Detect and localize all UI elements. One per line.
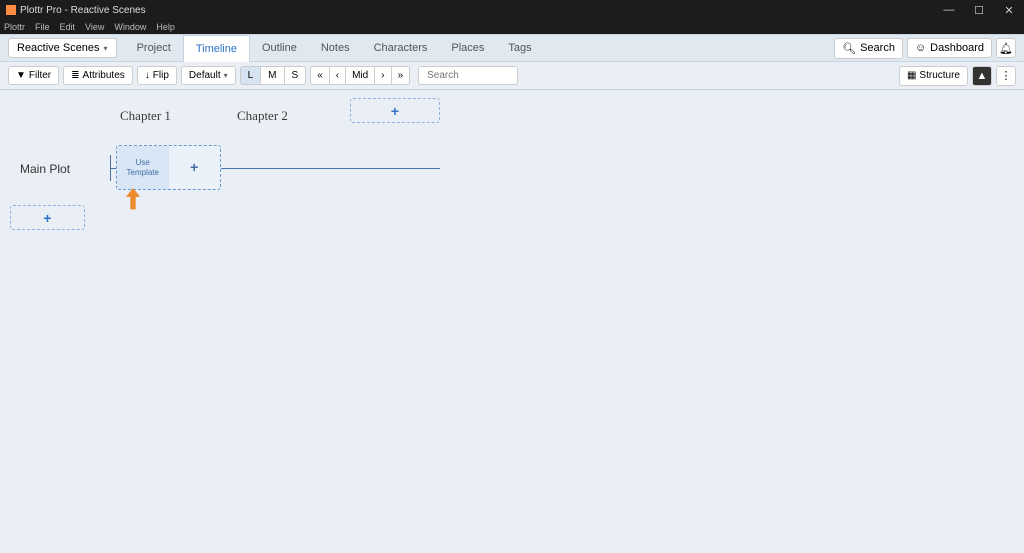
add-scene-button[interactable]: + xyxy=(169,146,221,189)
default-label: Default xyxy=(189,70,221,81)
app-logo xyxy=(6,5,16,15)
file-dropdown-label: Reactive Scenes xyxy=(17,42,100,54)
pager-next[interactable]: › xyxy=(375,66,391,85)
tab-timeline[interactable]: Timeline xyxy=(183,35,250,62)
more-options-button[interactable]: ⋮ xyxy=(996,66,1016,86)
dashboard-button[interactable]: ☺ Dashboard xyxy=(907,38,992,58)
pager-first[interactable]: « xyxy=(310,66,330,85)
filter-button[interactable]: ▼ Filter xyxy=(8,66,59,85)
timeline-canvas: Chapter 1 Chapter 2 + Main Plot Use Temp… xyxy=(0,90,1024,553)
flip-label: Flip xyxy=(153,70,169,81)
search-button[interactable]: 🔍︎ Search xyxy=(834,38,903,59)
menu-file[interactable]: File xyxy=(35,22,50,32)
window-titlebar: Plottr Pro - Reactive Scenes — ☐ ✕ xyxy=(0,0,1024,20)
plotline-label[interactable]: Main Plot xyxy=(20,162,70,176)
notifications-button[interactable]: 🔔︎ xyxy=(996,38,1016,58)
user-icon: ☺ xyxy=(915,42,926,54)
structure-label: Structure xyxy=(919,70,960,81)
add-chapter-button[interactable]: + xyxy=(350,98,440,123)
bell-icon: 🔔︎ xyxy=(999,42,1013,55)
list-icon: ≣ xyxy=(71,70,79,81)
filter-label: Filter xyxy=(29,70,51,81)
timeline-toolbar: ▼ Filter ≣ Attributes ↓ Flip Default L M… xyxy=(0,62,1024,90)
view-mode-button[interactable]: ▲ xyxy=(972,66,992,86)
menu-edit[interactable]: Edit xyxy=(60,22,76,32)
use-template-button[interactable]: Use Template xyxy=(117,146,169,189)
flip-icon: ↓ xyxy=(145,70,150,81)
size-medium[interactable]: M xyxy=(261,66,284,85)
tab-tags[interactable]: Tags xyxy=(496,35,543,61)
dashboard-button-label: Dashboard xyxy=(930,42,984,54)
person-fill-icon: ▲ xyxy=(977,70,988,82)
maximize-button[interactable]: ☐ xyxy=(964,0,994,20)
tab-notes[interactable]: Notes xyxy=(309,35,362,61)
default-dropdown[interactable]: Default xyxy=(181,66,236,85)
menu-bar: Plottr File Edit View Window Help xyxy=(0,20,1024,34)
tab-outline[interactable]: Outline xyxy=(250,35,309,61)
add-plotline-button[interactable]: + xyxy=(10,205,85,230)
file-dropdown[interactable]: Reactive Scenes xyxy=(8,38,117,58)
chapter-heading-2[interactable]: Chapter 2 xyxy=(237,108,288,124)
size-small[interactable]: S xyxy=(285,66,307,85)
close-button[interactable]: ✕ xyxy=(994,0,1024,20)
minimize-button[interactable]: — xyxy=(934,0,964,20)
pager-last[interactable]: » xyxy=(392,66,411,85)
toolbar-search-input[interactable] xyxy=(418,66,518,85)
tab-places[interactable]: Places xyxy=(439,35,496,61)
attributes-label: Attributes xyxy=(83,70,125,81)
funnel-icon: ▼ xyxy=(16,70,26,81)
window-title: Plottr Pro - Reactive Scenes xyxy=(20,5,146,16)
menu-plottr[interactable]: Plottr xyxy=(4,22,25,32)
menu-window[interactable]: Window xyxy=(114,22,146,32)
chapter-heading-1[interactable]: Chapter 1 xyxy=(120,108,171,124)
tutorial-arrow-icon xyxy=(124,188,142,213)
grid-icon: ▦ xyxy=(907,70,916,81)
structure-button[interactable]: ▦ Structure xyxy=(899,66,968,86)
search-icon: 🔍︎ xyxy=(842,42,856,55)
search-button-label: Search xyxy=(860,42,895,54)
tab-project[interactable]: Project xyxy=(125,35,183,61)
attributes-button[interactable]: ≣ Attributes xyxy=(63,66,133,85)
menu-help[interactable]: Help xyxy=(156,22,175,32)
nav-pager: « ‹ Mid › » xyxy=(310,66,410,85)
tab-characters[interactable]: Characters xyxy=(362,35,440,61)
size-large[interactable]: L xyxy=(240,66,262,85)
main-nav: Reactive Scenes Project Timeline Outline… xyxy=(0,34,1024,62)
pager-mid[interactable]: Mid xyxy=(346,66,375,85)
pager-prev[interactable]: ‹ xyxy=(330,66,346,85)
dots-icon: ⋮ xyxy=(1001,69,1012,82)
zoom-size-segmented: L M S xyxy=(240,66,307,85)
menu-view[interactable]: View xyxy=(85,22,104,32)
flip-button[interactable]: ↓ Flip xyxy=(137,66,177,85)
scene-card-empty: Use Template + xyxy=(116,145,221,190)
